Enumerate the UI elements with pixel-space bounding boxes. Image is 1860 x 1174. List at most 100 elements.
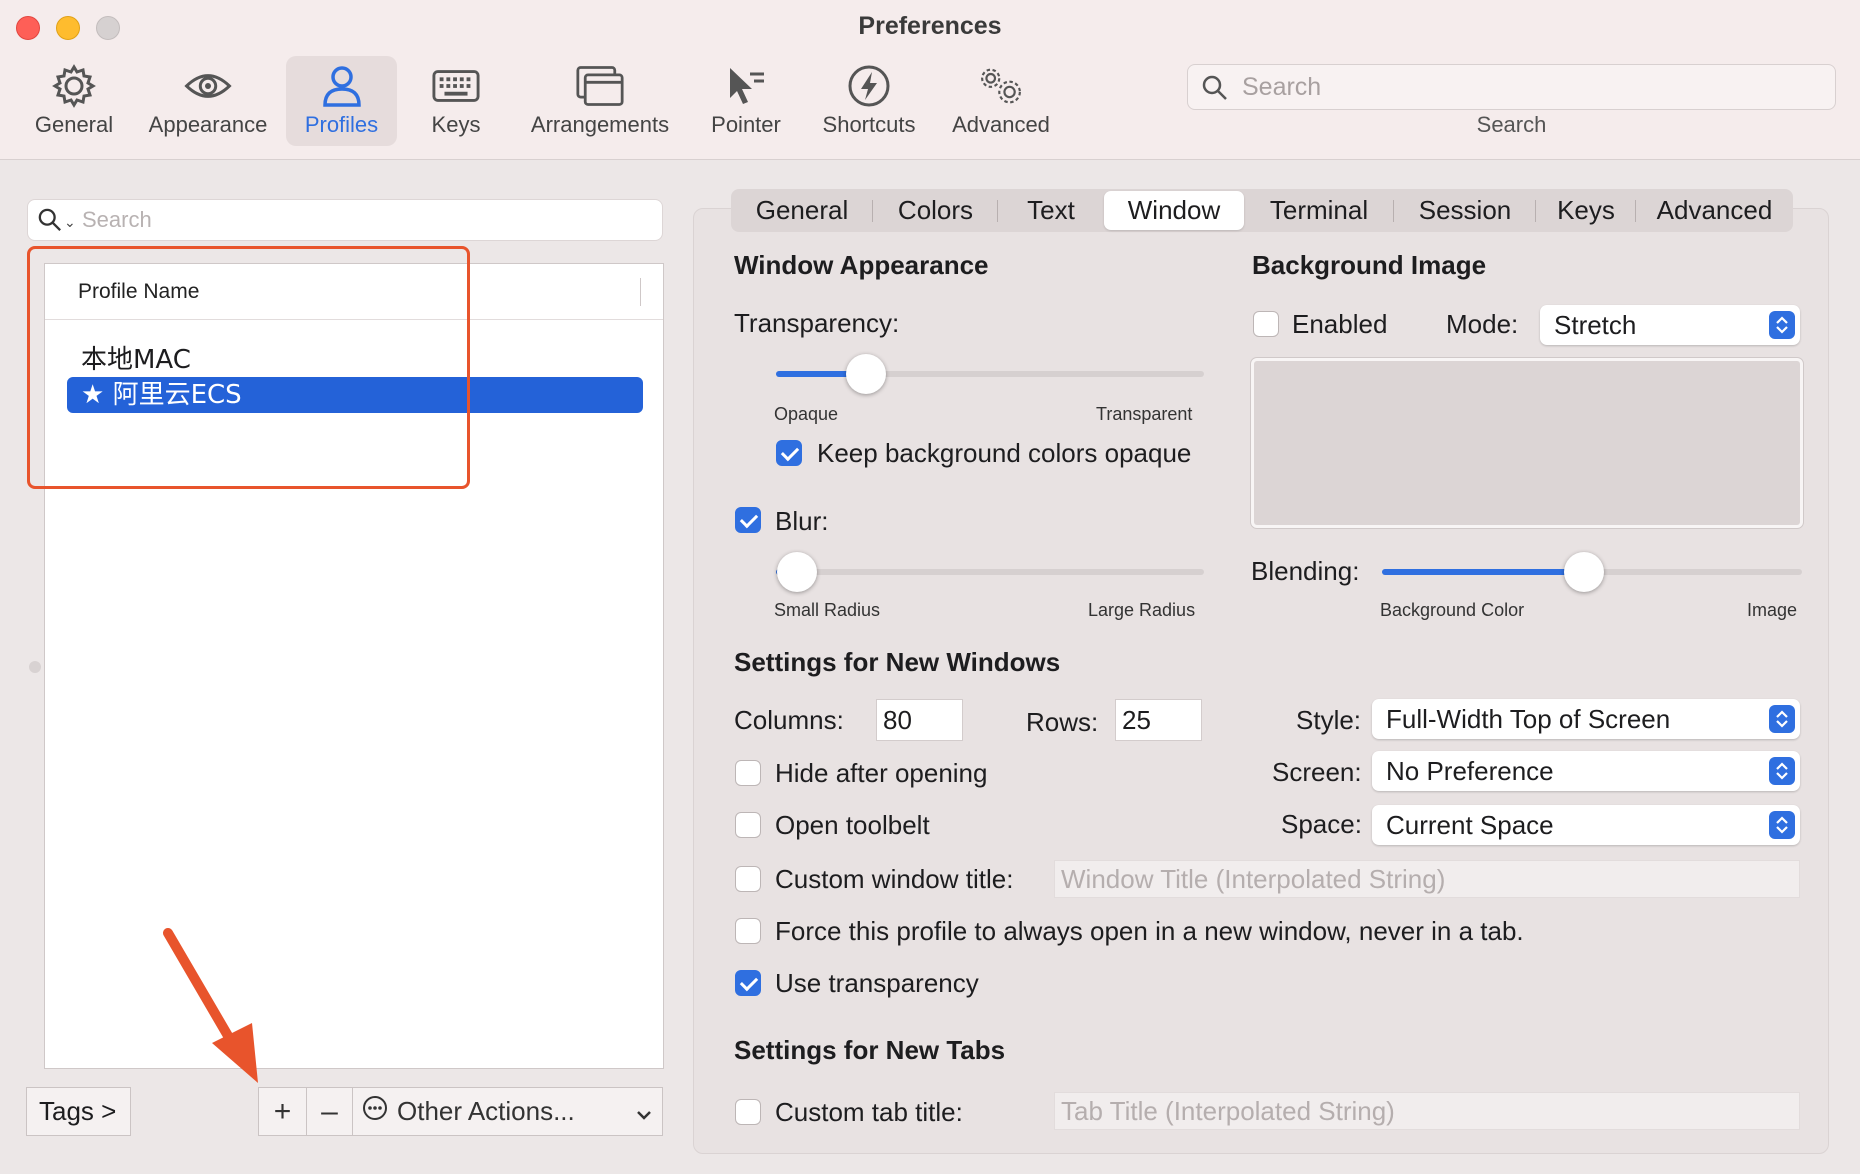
annotation-highlight-box <box>27 246 470 489</box>
toolbar-profiles-label: Profiles <box>304 112 379 137</box>
style-select-value: Full-Width Top of Screen <box>1386 704 1671 734</box>
ellipsis-circle-icon <box>361 1094 389 1129</box>
space-select-value: Current Space <box>1386 810 1554 840</box>
tab-advanced[interactable]: Advanced <box>1636 191 1793 230</box>
toolbar: Preferences General Appearance Profiles … <box>0 0 1860 160</box>
pointer-icon <box>722 62 770 110</box>
space-label: Space: <box>1281 809 1362 839</box>
toolbar-keys-label: Keys <box>431 112 481 137</box>
annotation-arrow-icon <box>163 928 258 1083</box>
transparency-slider-knob[interactable] <box>846 354 886 394</box>
tab-session[interactable]: Session <box>1394 191 1536 230</box>
large-radius-label: Large Radius <box>1088 600 1196 620</box>
use-transparency-checkbox[interactable] <box>735 970 761 996</box>
tab-colors[interactable]: Colors <box>873 191 998 230</box>
style-select[interactable]: Full-Width Top of Screen <box>1372 699 1800 739</box>
blending-slider-knob[interactable] <box>1564 552 1604 592</box>
toolbar-profiles[interactable]: Profiles <box>286 56 397 146</box>
background-image-heading: Background Image <box>1252 250 1487 280</box>
search-caption: Search <box>1476 112 1547 137</box>
opaque-label: Opaque <box>774 404 839 424</box>
tab-window[interactable]: Window <box>1104 191 1244 230</box>
toolbar-arrangements[interactable]: Arrangements <box>520 56 680 146</box>
space-select[interactable]: Current Space <box>1372 805 1800 845</box>
toolbar-advanced-label: Advanced <box>952 112 1050 137</box>
keyboard-icon <box>432 62 480 110</box>
new-windows-heading: Settings for New Windows <box>734 647 1061 677</box>
updown-chevron-icon <box>1769 811 1795 839</box>
search-icon <box>38 208 62 237</box>
custom-window-title-checkbox[interactable] <box>735 866 761 892</box>
blur-checkbox[interactable] <box>735 507 761 533</box>
transparency-slider[interactable] <box>776 354 1204 394</box>
mode-select[interactable]: Stretch <box>1540 305 1800 345</box>
person-icon <box>318 62 366 110</box>
toolbar-general-label: General <box>34 112 114 137</box>
toolbar-shortcuts[interactable]: Shortcuts <box>812 56 926 146</box>
gears-icon <box>977 62 1025 110</box>
other-actions-menu[interactable]: Other Actions... <box>353 1088 662 1135</box>
chevron-down-icon[interactable]: ⌄ <box>64 214 76 231</box>
columns-field[interactable]: 80 <box>876 699 963 741</box>
window-title-input[interactable] <box>1054 860 1800 898</box>
tags-button[interactable]: Tags > <box>26 1087 131 1136</box>
toolbar-search-input[interactable] <box>1240 69 1820 105</box>
chevron-down-icon <box>636 1096 652 1127</box>
toolbar-search-field[interactable] <box>1187 64 1836 110</box>
tab-text[interactable]: Text <box>998 191 1104 230</box>
toolbar-advanced[interactable]: Advanced <box>944 56 1058 146</box>
rows-field[interactable]: 25 <box>1115 699 1202 741</box>
profile-settings-panel <box>693 208 1829 1154</box>
blur-slider[interactable] <box>776 552 1204 592</box>
open-toolbelt-checkbox[interactable] <box>735 812 761 838</box>
keep-bg-opaque-label: Keep background colors opaque <box>817 438 1192 468</box>
blending-slider-fill <box>1382 569 1584 575</box>
gear-icon <box>50 62 98 110</box>
windows-icon <box>576 62 624 110</box>
new-tabs-heading: Settings for New Tabs <box>734 1035 1006 1065</box>
hide-after-opening-checkbox[interactable] <box>735 760 761 786</box>
preferences-window: Preferences General Appearance Profiles … <box>0 0 1860 1174</box>
blur-slider-knob[interactable] <box>777 552 817 592</box>
blending-slider[interactable] <box>1382 552 1802 592</box>
toolbar-appearance[interactable]: Appearance <box>138 56 278 146</box>
bg-image-enabled-checkbox[interactable] <box>1253 311 1279 337</box>
toolbar-pointer[interactable]: Pointer <box>700 56 792 146</box>
background-color-label: Background Color <box>1380 600 1525 620</box>
window-appearance-heading: Window Appearance <box>734 250 989 280</box>
add-profile-button[interactable]: + <box>259 1088 307 1135</box>
force-new-window-checkbox[interactable] <box>735 918 761 944</box>
open-toolbelt-label: Open toolbelt <box>775 810 930 840</box>
profile-search-field[interactable]: ⌄ <box>27 199 663 241</box>
search-icon <box>1202 75 1228 106</box>
background-image-well[interactable] <box>1251 358 1803 528</box>
image-label: Image <box>1747 600 1798 620</box>
hide-after-opening-label: Hide after opening <box>775 758 988 788</box>
tab-terminal[interactable]: Terminal <box>1244 191 1394 230</box>
blending-label: Blending: <box>1251 556 1360 586</box>
small-radius-label: Small Radius <box>774 600 881 620</box>
screen-label: Screen: <box>1272 757 1362 787</box>
custom-tab-title-checkbox[interactable] <box>735 1099 761 1125</box>
tab-keys[interactable]: Keys <box>1536 191 1636 230</box>
toolbar-arrangements-label: Arrangements <box>530 112 670 137</box>
blur-label: Blur: <box>775 506 829 536</box>
tab-title-input[interactable] <box>1054 1092 1800 1130</box>
other-actions-label: Other Actions... <box>397 1096 575 1126</box>
toolbar-appearance-label: Appearance <box>148 112 268 137</box>
toolbar-general[interactable]: General <box>22 56 126 146</box>
force-new-window-label: Force this profile to always open in a n… <box>775 916 1524 946</box>
split-view-handle[interactable] <box>29 661 41 673</box>
bg-image-enabled-label: Enabled <box>1292 309 1388 339</box>
mode-label: Mode: <box>1446 309 1519 339</box>
transparent-label: Transparent <box>1096 404 1193 424</box>
updown-chevron-icon <box>1769 757 1795 785</box>
tab-general[interactable]: General <box>731 191 873 230</box>
remove-profile-button[interactable]: – <box>307 1088 353 1135</box>
eye-icon <box>184 62 232 110</box>
keep-bg-opaque-checkbox[interactable] <box>776 440 802 466</box>
columns-label: Columns: <box>734 705 844 735</box>
screen-select[interactable]: No Preference <box>1372 751 1800 791</box>
toolbar-keys[interactable]: Keys <box>420 56 492 146</box>
profile-search-input[interactable] <box>80 204 640 236</box>
